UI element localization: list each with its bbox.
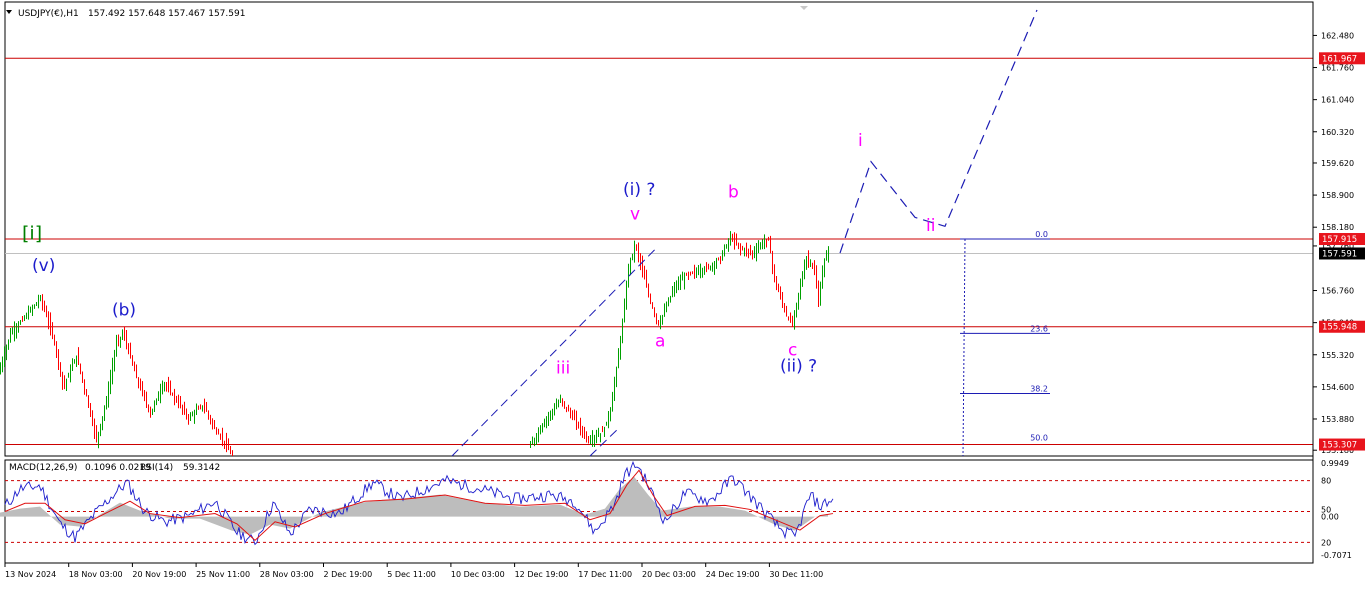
time-tick-label: 24 Dec 19:00 [706,570,760,579]
price-tick-label: 161.040 [1321,96,1354,105]
price-tag-label: 153.307 [1322,441,1357,451]
indicator-tick-label: -0.7071 [1321,551,1352,560]
wave-label: b [728,182,739,202]
time-tick-label: 12 Dec 19:00 [515,570,569,579]
price-tag-label: 157.915 [1322,235,1357,245]
fib-level-label: 38.2 [1030,385,1048,394]
time-tick-label: 13 Nov 2024 [5,570,56,579]
price-tick-label: 158.900 [1321,191,1354,200]
time-tick-label: 25 Nov 11:00 [196,570,250,579]
wave-label: iii [556,358,570,378]
price-tick-label: 153.880 [1321,415,1354,424]
wave-label: (ii) ? [780,356,817,376]
fib-level-label: 50.0 [1030,434,1048,443]
time-tick-label: 30 Dec 11:00 [769,570,823,579]
time-tick-label: 10 Dec 03:00 [451,570,505,579]
wave-label: [i] [22,223,42,245]
wave-label: (v) [32,256,55,276]
wave-label: (i) ? [623,180,655,200]
wave-label: v [630,205,640,225]
price-tag-label: 157.591 [1322,249,1357,259]
rsi-value: 59.3142 [183,463,220,473]
macd-label: MACD(12,26,9) [9,463,77,473]
wave-label: i [858,131,863,151]
time-tick-label: 5 Dec 11:00 [387,570,436,579]
time-tick-label: 20 Dec 03:00 [642,570,696,579]
price-tick-label: 160.320 [1321,128,1354,137]
wave-label: a [655,332,665,352]
price-tick-label: 158.180 [1321,223,1354,232]
price-tick-label: 156.760 [1321,287,1354,296]
time-tick-label: 28 Nov 03:00 [260,570,314,579]
fib-level-label: 0.0 [1035,230,1048,239]
chart-window[interactable]: 0.0 23.6 38.2 50.0 [i] (v) (b) iii v (i) ? a b c (ii)… [0,0,1366,588]
indicator-tick-label: 80 [1321,477,1331,486]
price-tick-label: 159.620 [1321,159,1354,168]
wave-label: (b) [112,301,136,321]
wave-label: ii [926,216,935,236]
chart-canvas[interactable]: 0.023.638.250.0[i](v)(b)iiiv(i) ?abc(ii)… [0,0,1366,588]
price-tick-label: 162.480 [1321,31,1354,40]
ohlc-values: 157.492 157.648 157.467 157.591 [88,9,245,19]
symbol-label: USDJPY(€),H1 [18,9,79,19]
price-tag-label: 161.967 [1322,54,1357,64]
rsi-label: RSI(14) [140,463,173,473]
price-tick-label: 154.600 [1321,383,1354,392]
price-tick-label: 155.320 [1321,351,1354,360]
indicator-tick-label: 0.00 [1321,513,1339,522]
time-tick-label: 18 Nov 03:00 [69,570,123,579]
time-tick-label: 17 Dec 11:00 [578,570,632,579]
indicator-tick-label: 0.9949 [1321,459,1349,468]
price-tick-label: 161.760 [1321,64,1354,73]
time-tick-label: 2 Dec 19:00 [324,570,373,579]
indicator-tick-label: 20 [1321,538,1331,547]
time-tick-label: 20 Nov 19:00 [132,570,186,579]
price-tag-label: 155.948 [1322,323,1357,333]
fib-level-label: 23.6 [1030,324,1048,333]
